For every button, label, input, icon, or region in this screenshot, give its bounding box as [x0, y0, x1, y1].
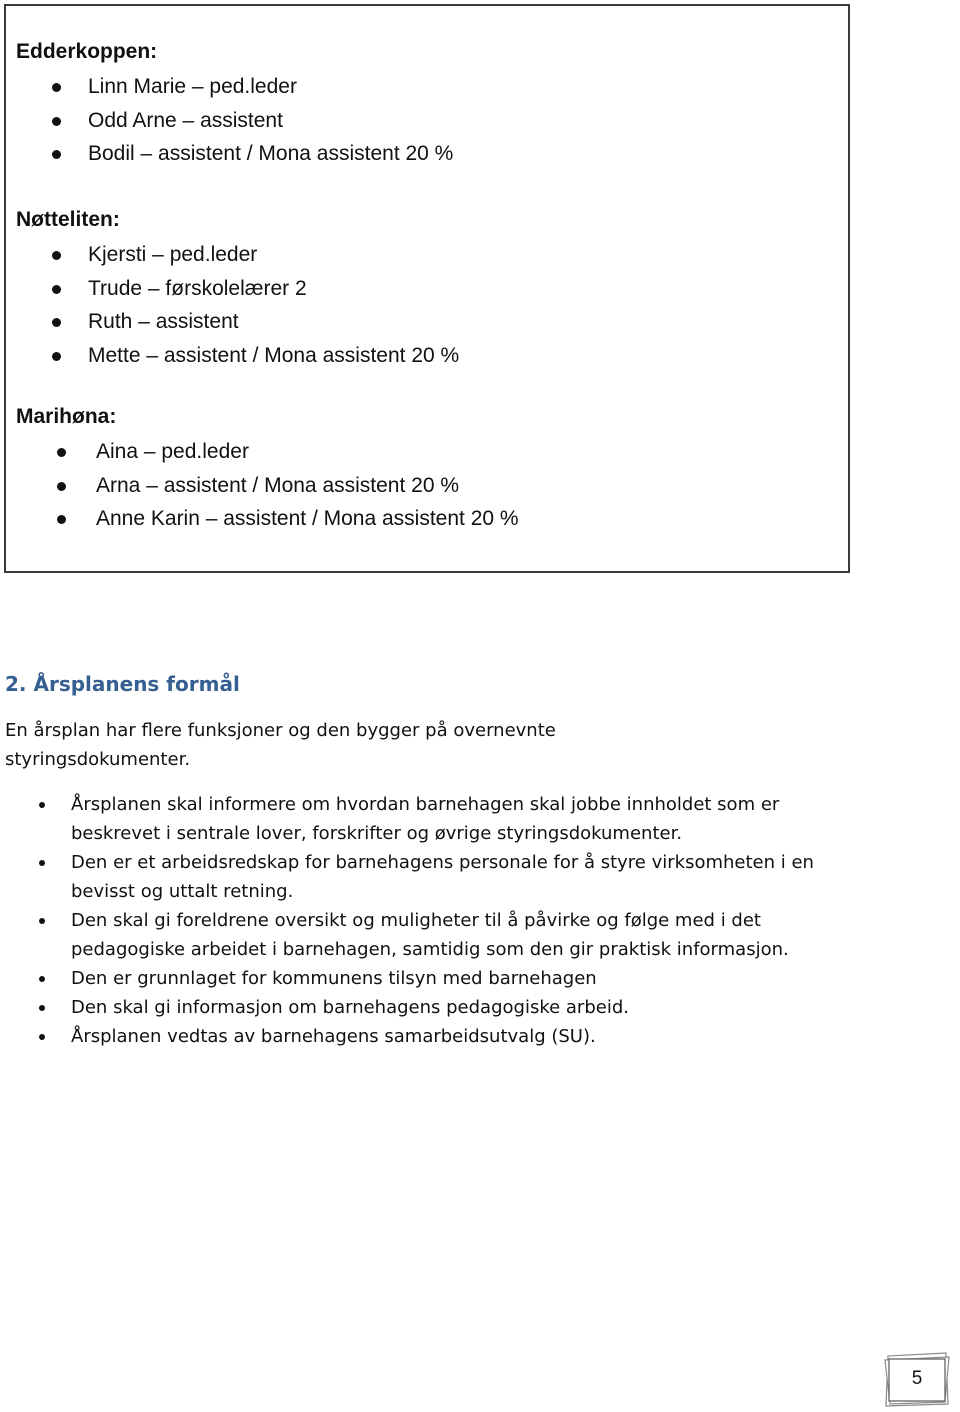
purpose-text: Den er et arbeidsredskap for barnehagens… — [71, 852, 814, 902]
member-list: Aina – ped.leder Arna – assistent / Mona… — [16, 435, 519, 536]
member-text: Linn Marie – ped.leder — [88, 75, 297, 98]
member-text: Anne Karin – assistent / Mona assistent … — [96, 507, 519, 530]
bullet-icon — [52, 318, 61, 327]
group-edderkoppen: Edderkoppen: Linn Marie – ped.leder Odd … — [16, 40, 453, 171]
purpose-item: Den skal gi informasjon om barnehagens p… — [5, 993, 841, 1022]
member-item: Arna – assistent / Mona assistent 20 % — [16, 469, 519, 503]
member-item: Bodil – assistent / Mona assistent 20 % — [16, 137, 453, 171]
purpose-text: Den skal gi foreldrene oversikt og mulig… — [71, 910, 789, 960]
member-text: Kjersti – ped.leder — [88, 243, 258, 266]
bullet-icon — [52, 351, 61, 361]
bullet-icon — [52, 83, 61, 92]
bullet-icon — [39, 860, 45, 866]
member-item: Mette – assistent / Mona assistent 20 % — [16, 339, 459, 373]
group-title: Marihøna: — [16, 405, 117, 428]
bullet-icon — [52, 116, 61, 126]
member-item: Aina – ped.leder — [16, 435, 519, 469]
member-item: Kjersti – ped.leder — [16, 238, 459, 272]
member-list: Kjersti – ped.leder Trude – førskolelære… — [16, 238, 459, 372]
bullet-icon — [52, 284, 61, 294]
member-item: Linn Marie – ped.leder — [16, 70, 453, 104]
bullet-icon — [39, 1005, 45, 1011]
purpose-text: Årsplanen vedtas av barnehagens samarbei… — [71, 1026, 596, 1047]
member-text: Odd Arne – assistent — [88, 108, 283, 132]
bullet-icon — [57, 515, 66, 524]
purpose-text: Den skal gi informasjon om barnehagens p… — [71, 997, 629, 1018]
staff-box: Edderkoppen: Linn Marie – ped.leder Odd … — [4, 4, 850, 573]
member-item: Odd Arne – assistent — [16, 104, 453, 138]
member-list: Linn Marie – ped.leder Odd Arne – assist… — [16, 70, 453, 171]
member-text: Arna – assistent / Mona assistent 20 % — [96, 473, 460, 497]
group-marihona: Marihøna: Aina – ped.leder Arna – assist… — [16, 405, 519, 536]
bullet-icon — [52, 251, 61, 260]
section-intro: En årsplan har flere funksjoner og den b… — [5, 720, 556, 770]
member-text: Mette – assistent / Mona assistent 20 % — [88, 343, 460, 367]
member-text: Trude – førskolelærer 2 — [88, 276, 307, 300]
bullet-icon — [57, 481, 66, 491]
purpose-section: 2. Årsplanens formål En årsplan har fler… — [5, 670, 905, 1051]
group-notteliten: Nøtteliten: Kjersti – ped.leder Trude – … — [16, 208, 459, 372]
page-number: 5 — [911, 1368, 923, 1389]
member-item: Trude – førskolelærer 2 — [16, 272, 459, 306]
purpose-text: Den er grunnlaget for kommunens tilsyn m… — [71, 968, 597, 989]
bullet-icon — [39, 1034, 45, 1040]
section-heading: 2. Årsplanens formål — [5, 672, 240, 696]
group-title: Edderkoppen: — [16, 40, 158, 63]
member-item: Anne Karin – assistent / Mona assistent … — [16, 502, 519, 536]
group-title: Nøtteliten: — [16, 208, 120, 231]
bullet-icon — [57, 448, 66, 457]
member-text: Ruth – assistent — [88, 310, 239, 333]
purpose-list: Årsplanen skal informere om hvordan barn… — [5, 790, 905, 1051]
purpose-item: Årsplanen vedtas av barnehagens samarbei… — [5, 1022, 841, 1051]
page-number-badge: 5 — [882, 1350, 952, 1408]
purpose-item: Den er grunnlaget for kommunens tilsyn m… — [5, 964, 841, 993]
purpose-item: Årsplanen skal informere om hvordan barn… — [5, 790, 841, 848]
member-item: Ruth – assistent — [16, 305, 459, 339]
bullet-icon — [39, 976, 45, 982]
purpose-item: Den er et arbeidsredskap for barnehagens… — [5, 848, 841, 906]
purpose-text: Årsplanen skal informere om hvordan barn… — [71, 794, 780, 844]
bullet-icon — [39, 802, 45, 808]
bullet-icon — [39, 918, 45, 924]
purpose-item: Den skal gi foreldrene oversikt og mulig… — [5, 906, 841, 964]
member-text: Aina – ped.leder — [96, 440, 249, 463]
member-text: Bodil – assistent / Mona assistent 20 % — [88, 142, 454, 165]
bullet-icon — [52, 150, 61, 159]
